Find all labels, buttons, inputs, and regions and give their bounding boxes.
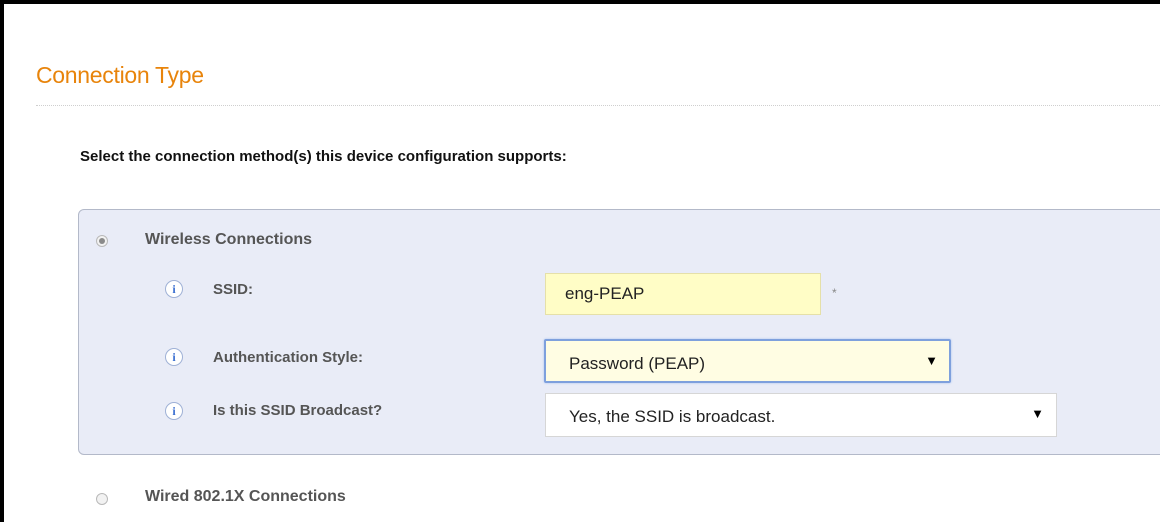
title-divider [36,105,1160,106]
broadcast-selected-value: Yes, the SSID is broadcast. [569,407,776,426]
instructions-text: Select the connection method(s) this dev… [80,148,567,165]
broadcast-info-icon[interactable]: i [165,402,183,420]
dropdown-arrow-icon: ▼ [925,353,938,368]
wired-connections-label[interactable]: Wired 802.1X Connections [145,488,346,506]
wired-connections-radio[interactable] [96,493,108,505]
wireless-connections-label[interactable]: Wireless Connections [145,231,312,249]
auth-style-info-icon[interactable]: i [165,348,183,366]
ssid-input[interactable]: eng-PEAP [545,273,821,315]
dropdown-arrow-icon: ▼ [1031,406,1044,421]
ssid-label: SSID: [213,281,254,298]
required-marker: * [832,286,837,300]
broadcast-select[interactable]: Yes, the SSID is broadcast. ▼ [545,393,1057,437]
ssid-info-icon[interactable]: i [165,280,183,298]
auth-style-selected-value: Password (PEAP) [569,354,706,373]
section-title: Connection Type [36,62,204,88]
auth-style-select[interactable]: Password (PEAP) ▼ [544,339,951,383]
auth-style-label: Authentication Style: [213,349,364,366]
wireless-connections-radio[interactable] [96,235,108,247]
broadcast-label: Is this SSID Broadcast? [213,402,383,419]
